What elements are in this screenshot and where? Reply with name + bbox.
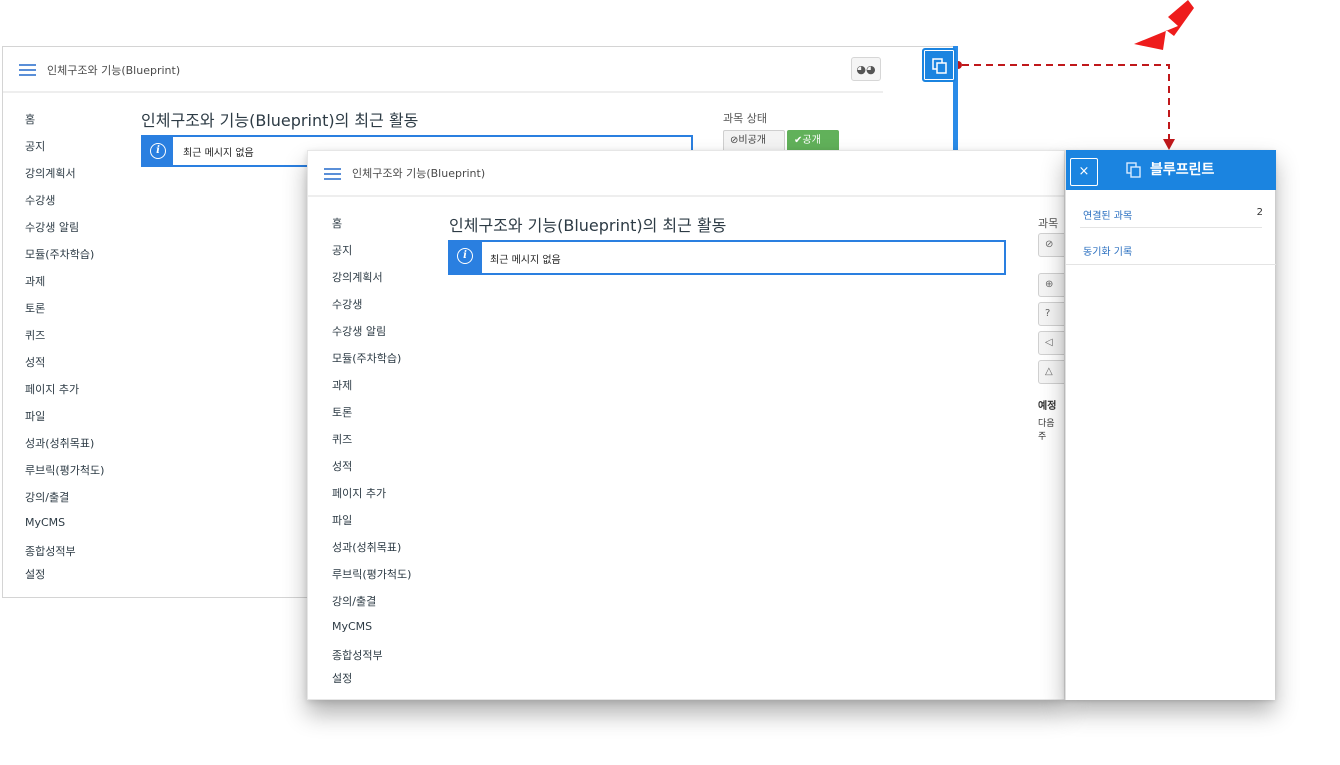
- nav-item-students[interactable]: 수강생: [25, 192, 55, 208]
- connector-arrowhead: [1163, 139, 1175, 150]
- header-bar: 인체구조와 기능(Blueprint): [308, 151, 1064, 197]
- page-title: 인체구조와 기능(Blueprint)의 최근 활동: [141, 111, 419, 130]
- megaphone-icon: ◁: [1045, 337, 1053, 348]
- nav-item-gradebook[interactable]: 종합성적부: [332, 647, 383, 663]
- nav-item-mycms[interactable]: MyCMS: [332, 620, 372, 633]
- ban-icon: ⊘: [1045, 239, 1054, 250]
- course-window-front: 인체구조와 기능(Blueprint) 홈 공지 강의계획서 수강생 수강생 알…: [307, 150, 1065, 700]
- nav-item-quizzes[interactable]: 퀴즈: [25, 327, 45, 343]
- import-button[interactable]: ⊕: [1038, 273, 1064, 297]
- nav-item-modules[interactable]: 모듈(주차학습): [332, 350, 401, 366]
- unpublish-button[interactable]: ⊘비공개: [723, 130, 785, 152]
- blueprint-panel: × 블루프린트 연결된 과목 2 동기화 기록: [1065, 150, 1276, 700]
- info-icon-box: i: [450, 242, 482, 273]
- nav-item-pages[interactable]: 페이지 추가: [25, 381, 79, 397]
- help-icon: ?: [1045, 308, 1051, 319]
- nav-item-outcomes[interactable]: 성과(성취목표): [332, 539, 401, 555]
- page-title: 인체구조와 기능(Blueprint)의 최근 활동: [449, 216, 727, 235]
- glasses-icon: ◕◕: [856, 63, 876, 76]
- hamburger-icon[interactable]: [19, 64, 36, 76]
- header-bar: 인체구조와 기능(Blueprint) ◕◕: [3, 47, 883, 93]
- blueprint-panel-title: 블루프린트: [1150, 162, 1215, 178]
- nav-item-files[interactable]: 파일: [25, 408, 45, 424]
- nav-item-assignments[interactable]: 과제: [25, 273, 45, 289]
- nav-item-gradebook[interactable]: 종합성적부: [25, 543, 76, 559]
- dashed-connector: [962, 64, 1170, 140]
- nav-item-discussions[interactable]: 토론: [25, 300, 45, 316]
- nav-item-outcomes[interactable]: 성과(성취목표): [25, 435, 94, 451]
- linked-courses-label[interactable]: 연결된 과목: [1083, 207, 1132, 222]
- notifications-button[interactable]: △: [1038, 360, 1064, 384]
- nav-item-syllabus[interactable]: 강의계획서: [332, 269, 383, 285]
- divider: [1080, 227, 1262, 228]
- choose-home-button[interactable]: ?: [1038, 302, 1064, 326]
- publish-button[interactable]: ✔공개: [787, 130, 839, 152]
- import-icon: ⊕: [1045, 279, 1054, 290]
- nav-item-modules[interactable]: 모듈(주차학습): [25, 246, 94, 262]
- nav-item-students[interactable]: 수강생: [332, 296, 362, 312]
- nav-item-assignments[interactable]: 과제: [332, 377, 352, 393]
- blueprint-copy-icon: [1126, 162, 1141, 178]
- sync-history-row[interactable]: 동기화 기록: [1066, 230, 1276, 266]
- nav-item-settings[interactable]: 설정: [332, 670, 352, 686]
- breadcrumb[interactable]: 인체구조와 기능(Blueprint): [352, 165, 485, 181]
- upcoming-heading: 예정: [1038, 401, 1057, 412]
- info-icon-box: i: [143, 137, 173, 165]
- student-view-button[interactable]: ◕◕: [851, 57, 881, 81]
- linked-courses-count: 2: [1256, 207, 1263, 218]
- notice-text: 최근 메시지 없음: [183, 148, 254, 159]
- linked-courses-row[interactable]: 연결된 과목 2: [1066, 194, 1276, 230]
- nav-item-grades[interactable]: 성적: [25, 354, 45, 370]
- nav-item-rubrics[interactable]: 루브릭(평가척도): [25, 462, 104, 478]
- nav-item-pages[interactable]: 페이지 추가: [332, 485, 386, 501]
- nav-item-rubrics[interactable]: 루브릭(평가척도): [332, 566, 411, 582]
- notice-box: i 최근 메시지 없음: [448, 240, 1006, 275]
- breadcrumb[interactable]: 인체구조와 기능(Blueprint): [47, 62, 180, 78]
- nav-item-home[interactable]: 홈: [25, 111, 35, 127]
- nav-item-settings[interactable]: 설정: [25, 566, 45, 582]
- unpublish-button[interactable]: ⊘: [1038, 233, 1064, 257]
- nav-item-home[interactable]: 홈: [332, 215, 342, 231]
- info-icon: i: [457, 248, 473, 264]
- hamburger-icon[interactable]: [324, 168, 341, 180]
- blueprint-toggle-button[interactable]: [922, 48, 956, 82]
- nav-item-files[interactable]: 파일: [332, 512, 352, 528]
- divider: [1066, 264, 1276, 265]
- nav-item-syllabus[interactable]: 강의계획서: [25, 165, 76, 181]
- close-button[interactable]: ×: [1070, 158, 1098, 186]
- blueprint-panel-header: × 블루프린트: [1066, 150, 1276, 190]
- red-pointer-arrow-icon: [1134, 0, 1194, 50]
- nav-item-discussions[interactable]: 토론: [332, 404, 352, 420]
- nav-item-student-notice[interactable]: 수강생 알림: [25, 219, 79, 235]
- course-status-label: 과목 상태: [723, 112, 767, 125]
- course-status-label: 과목: [1038, 217, 1059, 230]
- notice-text: 최근 메시지 없음: [490, 255, 561, 266]
- nav-item-grades[interactable]: 성적: [332, 458, 352, 474]
- nav-item-student-notice[interactable]: 수강생 알림: [332, 323, 386, 339]
- nav-item-quizzes[interactable]: 퀴즈: [332, 431, 352, 447]
- bell-icon: △: [1045, 366, 1053, 377]
- nav-item-attendance[interactable]: 강의/출결: [25, 489, 69, 505]
- blueprint-copy-icon: [932, 58, 947, 74]
- nav-item-announcements[interactable]: 공지: [25, 138, 45, 154]
- announcement-button[interactable]: ◁: [1038, 331, 1064, 355]
- info-icon: i: [150, 143, 166, 159]
- nav-item-attendance[interactable]: 강의/출결: [332, 593, 376, 609]
- nav-item-announcements[interactable]: 공지: [332, 242, 352, 258]
- close-icon: ×: [1078, 164, 1090, 179]
- nav-item-mycms[interactable]: MyCMS: [25, 516, 65, 529]
- sync-history-label[interactable]: 동기화 기록: [1083, 243, 1132, 258]
- upcoming-subtext: 다음 주: [1038, 419, 1055, 442]
